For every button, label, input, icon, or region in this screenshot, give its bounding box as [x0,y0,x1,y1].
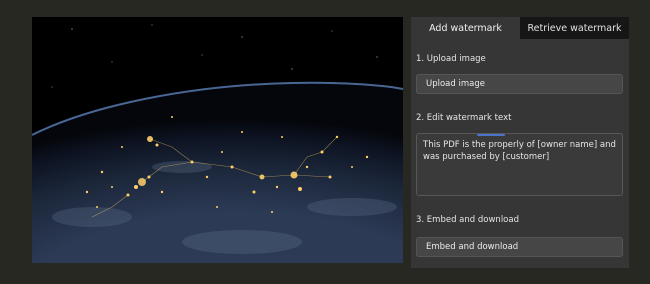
embed-and-download-button[interactable]: Embed and download [416,237,623,257]
tab-retrieve-watermark[interactable]: Retrieve watermark [520,17,629,39]
watermark-panel: Add watermark Retrieve watermark 1. Uplo… [411,17,629,268]
earth-night-lights-photo [32,17,403,263]
watermark-text-input[interactable]: This PDF is the properly of [owner name]… [416,133,623,196]
embed-step-label: 3. Embed and download [416,215,519,225]
tab-bar: Add watermark Retrieve watermark [411,17,629,39]
upload-step-label: 1. Upload image [416,54,486,64]
edit-step-label: 2. Edit watermark text [416,113,512,123]
tab-add-watermark[interactable]: Add watermark [411,17,520,39]
text-selection-marker [477,134,505,136]
upload-image-button[interactable]: Upload image [416,74,623,94]
preview-image [32,17,403,263]
